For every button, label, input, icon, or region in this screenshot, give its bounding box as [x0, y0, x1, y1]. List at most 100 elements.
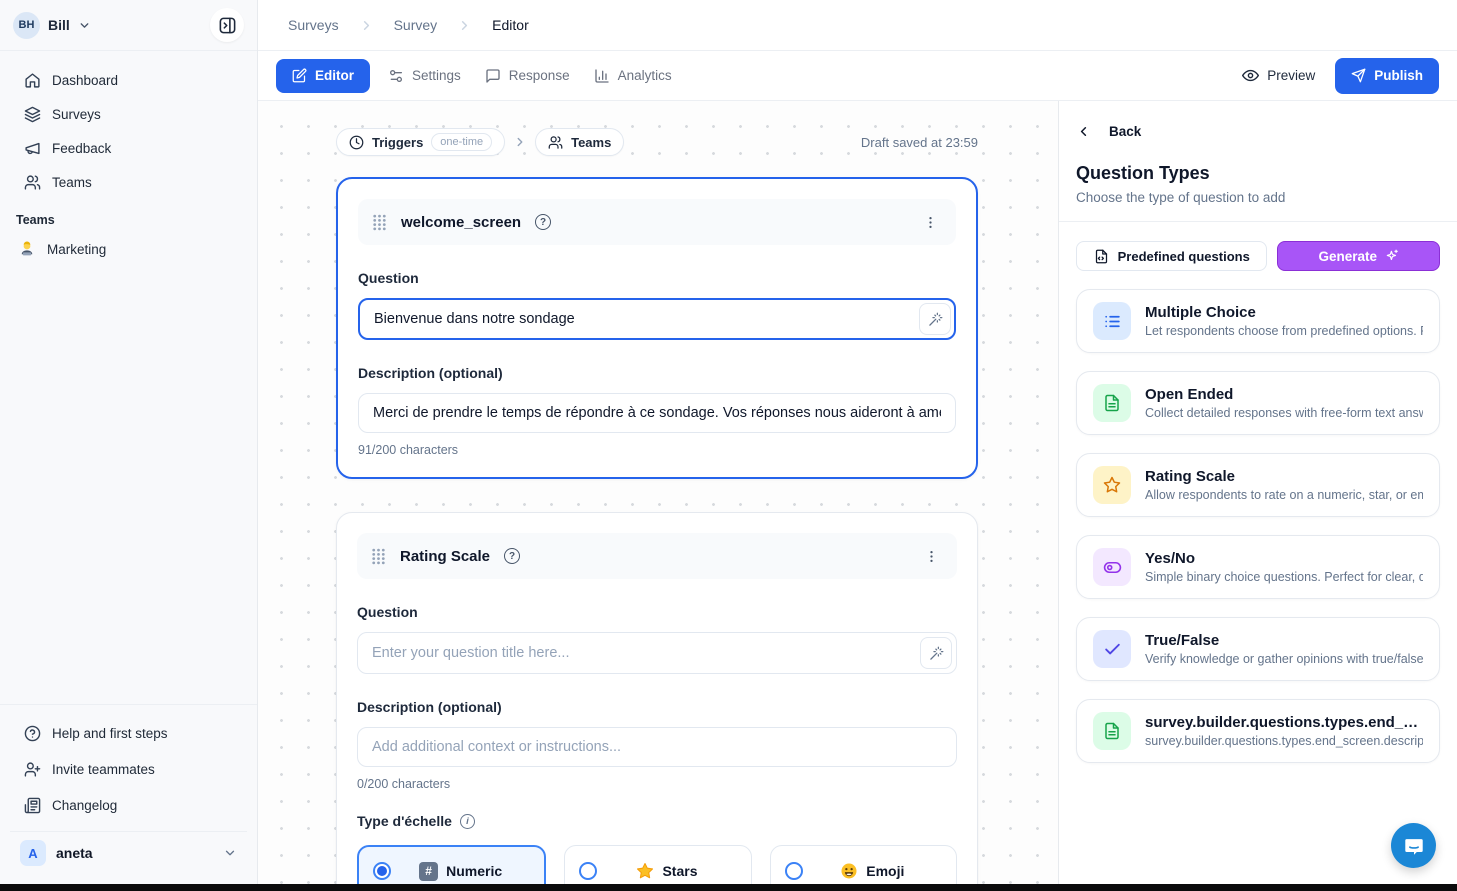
- account-avatar: A: [20, 840, 46, 866]
- sidebar-item-dashboard[interactable]: Dashboard: [10, 63, 247, 97]
- question-type-title: Yes/No: [1145, 550, 1423, 567]
- question-label: Question: [357, 604, 957, 620]
- question-type-title: Rating Scale: [1145, 468, 1423, 485]
- welcome-card-header[interactable]: welcome_screen ?: [358, 199, 956, 245]
- sidebar-item-invite[interactable]: Invite teammates: [10, 751, 247, 787]
- file-code-icon: [1094, 249, 1109, 264]
- question-type-title: True/False: [1145, 632, 1423, 649]
- numeric-keycap-icon: #: [419, 862, 438, 881]
- sidebar-item-changelog[interactable]: Changelog: [10, 787, 247, 823]
- tab-editor[interactable]: Editor: [276, 59, 370, 93]
- welcome-screen-card[interactable]: welcome_screen ? Question Description (o…: [336, 177, 978, 479]
- description-input[interactable]: [357, 727, 957, 767]
- bar-chart-icon: [594, 68, 610, 84]
- wand-sparkles-icon: [929, 646, 944, 661]
- triggers-chip[interactable]: Triggers one-time: [336, 128, 505, 156]
- question-title-input[interactable]: [358, 298, 956, 340]
- breadcrumb-editor: Editor: [492, 17, 529, 33]
- predefined-questions-button[interactable]: Predefined questions: [1076, 241, 1267, 271]
- help-icon[interactable]: ?: [535, 214, 551, 230]
- generate-button[interactable]: Generate: [1277, 241, 1440, 271]
- user-plus-icon: [24, 761, 41, 778]
- chevron-right-icon: [359, 18, 374, 33]
- sidebar-item-teams[interactable]: Teams: [10, 165, 247, 199]
- star-emoji-icon: [636, 862, 654, 880]
- info-icon[interactable]: i: [460, 814, 475, 829]
- users-icon: [548, 135, 563, 150]
- scale-option-label: Numeric: [446, 863, 502, 879]
- publish-button[interactable]: Publish: [1335, 58, 1439, 94]
- sidebar-team-marketing[interactable]: Marketing: [0, 231, 257, 267]
- scale-option-emoji[interactable]: Emoji: [770, 845, 957, 884]
- breadcrumb-header: Surveys Survey Editor: [258, 0, 1457, 51]
- radio-icon[interactable]: [785, 862, 803, 880]
- panel-title: Question Types: [1076, 163, 1440, 184]
- workspace-switcher[interactable]: BH Bill: [0, 0, 257, 51]
- tab-analytics[interactable]: Analytics: [582, 59, 684, 93]
- edit-icon: [292, 68, 307, 83]
- workspace-avatar: BH: [13, 12, 40, 39]
- radio-checked-icon[interactable]: [373, 862, 391, 880]
- question-type-end-screen[interactable]: survey.builder.questions.types.end_scr..…: [1076, 699, 1440, 763]
- list-icon: [1103, 312, 1122, 331]
- ai-rewrite-button[interactable]: [920, 637, 952, 669]
- triggers-label: Triggers: [372, 135, 423, 150]
- back-button[interactable]: Back: [1076, 124, 1440, 139]
- sidebar-item-surveys[interactable]: Surveys: [10, 97, 247, 131]
- question-type-description: Verify knowledge or gather opinions with…: [1145, 652, 1423, 666]
- sidebar-item-feedback[interactable]: Feedback: [10, 131, 247, 165]
- canvas-top-row: Triggers one-time Teams Draft saved at 2…: [336, 128, 978, 156]
- chat-launcher-button[interactable]: [1391, 823, 1436, 868]
- rating-scale-card[interactable]: Rating Scale ? Question Description (opt…: [336, 512, 978, 884]
- tab-label: Analytics: [618, 68, 672, 83]
- scale-option-numeric[interactable]: # Numeric: [357, 845, 546, 884]
- eye-icon: [1242, 67, 1259, 84]
- char-counter: 91/200 characters: [358, 443, 956, 457]
- question-type-list: Multiple Choice Let respondents choose f…: [1076, 289, 1440, 763]
- breadcrumb-survey[interactable]: Survey: [394, 17, 438, 33]
- newspaper-icon: [24, 797, 41, 814]
- team-item-label: Marketing: [47, 242, 106, 257]
- rating-card-header[interactable]: Rating Scale ?: [357, 533, 957, 579]
- sidebar-collapse-button[interactable]: [210, 8, 244, 42]
- panel-toggle-icon: [218, 16, 237, 35]
- predefined-questions-label: Predefined questions: [1118, 249, 1250, 264]
- sidebar-footer: Help and first steps Invite teammates Ch…: [0, 704, 257, 884]
- account-menu[interactable]: A aneta: [10, 831, 247, 876]
- help-icon[interactable]: ?: [504, 548, 520, 564]
- teams-chip[interactable]: Teams: [535, 128, 624, 156]
- home-icon: [24, 72, 41, 89]
- kebab-menu-icon[interactable]: [919, 211, 942, 234]
- toggle-icon: [1103, 558, 1122, 577]
- drag-handle-icon[interactable]: [371, 548, 386, 565]
- scale-option-stars[interactable]: Stars: [564, 845, 751, 884]
- kebab-menu-icon[interactable]: [920, 545, 943, 568]
- preview-button[interactable]: Preview: [1242, 67, 1315, 84]
- question-title-input[interactable]: [357, 632, 957, 674]
- question-type-rating-scale[interactable]: Rating Scale Allow respondents to rate o…: [1076, 453, 1440, 517]
- chat-icon: [1403, 835, 1425, 857]
- tab-settings[interactable]: Settings: [376, 59, 473, 93]
- question-card-title: welcome_screen: [401, 214, 521, 231]
- question-type-multiple-choice[interactable]: Multiple Choice Let respondents choose f…: [1076, 289, 1440, 353]
- chevron-right-icon: [513, 135, 527, 149]
- question-type-true-false[interactable]: True/False Verify knowledge or gather op…: [1076, 617, 1440, 681]
- description-input[interactable]: [358, 393, 956, 433]
- ai-rewrite-button[interactable]: [919, 303, 951, 335]
- question-type-open-ended[interactable]: Open Ended Collect detailed responses wi…: [1076, 371, 1440, 435]
- breadcrumb-surveys[interactable]: Surveys: [288, 17, 339, 33]
- panel-subtitle: Choose the type of question to add: [1076, 190, 1440, 205]
- tab-response[interactable]: Response: [473, 59, 582, 93]
- workspace-name: Bill: [48, 17, 70, 33]
- drag-handle-icon[interactable]: [372, 214, 387, 231]
- radio-icon[interactable]: [579, 862, 597, 880]
- screen-bottom-bar: [0, 884, 1457, 891]
- question-type-description: Simple binary choice questions. Perfect …: [1145, 570, 1423, 584]
- question-type-title: survey.builder.questions.types.end_scr..…: [1145, 714, 1423, 731]
- question-type-yes-no[interactable]: Yes/No Simple binary choice questions. P…: [1076, 535, 1440, 599]
- question-type-title: Multiple Choice: [1145, 304, 1423, 321]
- sidebar-item-label: Dashboard: [52, 73, 118, 88]
- message-square-icon: [485, 68, 501, 84]
- question-type-description: Let respondents choose from predefined o…: [1145, 324, 1423, 338]
- sidebar-item-help[interactable]: Help and first steps: [10, 715, 247, 751]
